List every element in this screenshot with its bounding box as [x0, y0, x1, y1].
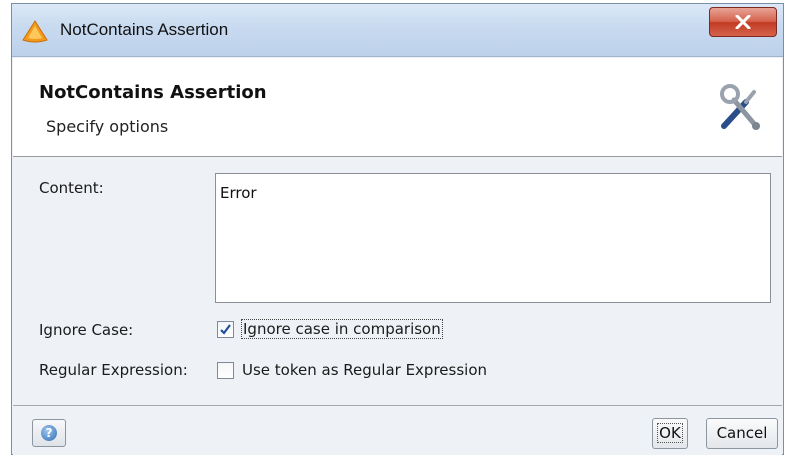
close-icon [735, 15, 751, 29]
help-button[interactable]: ? [32, 419, 66, 447]
ignore-case-label: Ignore Case: [39, 321, 134, 339]
ignore-case-option-label[interactable]: Ignore case in comparison [241, 319, 443, 339]
header-title: NotContains Assertion [39, 82, 267, 103]
checkmark-icon [220, 324, 231, 335]
dialog-header: NotContains Assertion Specify options [13, 58, 782, 157]
cancel-button[interactable]: Cancel [706, 418, 778, 449]
ok-label: OK [657, 423, 683, 443]
ok-button[interactable]: OK [652, 418, 688, 449]
dialog-window: NotContains Assertion NotContains Assert… [11, 3, 784, 455]
header-subtitle: Specify options [46, 117, 169, 136]
form-area: Content: Error Ignore Case: Ignore case … [13, 157, 782, 405]
regular-expression-option-label[interactable]: Use token as Regular Expression [242, 361, 487, 379]
regular-expression-label: Regular Expression: [39, 361, 188, 379]
content-textarea[interactable]: Error [215, 173, 771, 303]
dialog-footer: ? OK Cancel [13, 405, 782, 455]
app-icon [21, 19, 49, 43]
ignore-case-checkbox[interactable] [217, 321, 234, 338]
help-icon: ? [41, 425, 57, 441]
content-label: Content: [39, 179, 104, 197]
regular-expression-checkbox[interactable] [217, 362, 234, 379]
tools-icon [716, 82, 764, 136]
title-bar[interactable]: NotContains Assertion [12, 4, 783, 57]
window-title: NotContains Assertion [60, 20, 229, 39]
close-button[interactable] [709, 7, 777, 37]
